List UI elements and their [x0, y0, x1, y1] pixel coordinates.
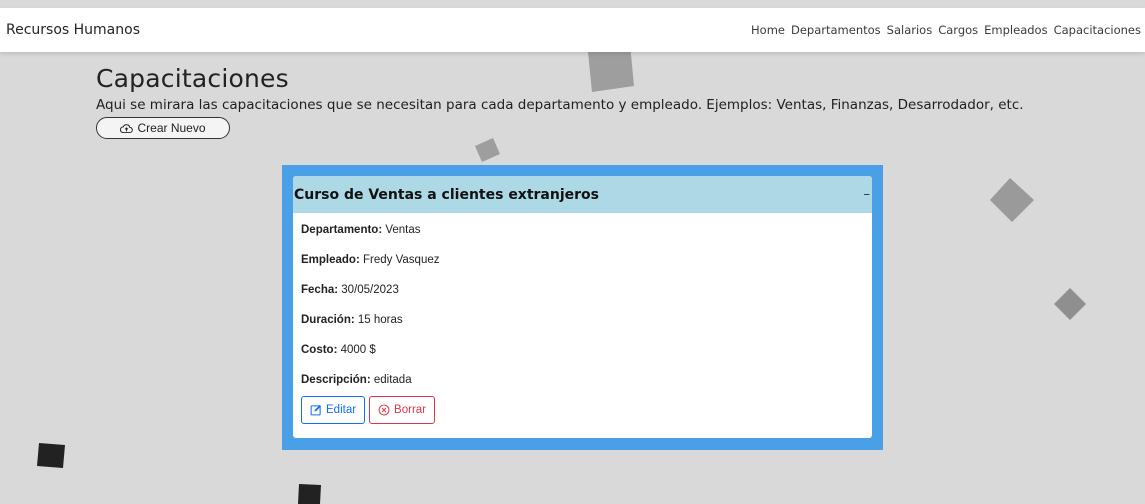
background-square-3 — [990, 178, 1034, 222]
field-costo: Costo: 4000 $ — [301, 341, 864, 371]
navbar: Recursos Humanos Home Departamentos Sala… — [0, 8, 1145, 52]
training-card: Curso de Ventas a clientes extranjeros –… — [293, 176, 872, 438]
field-label: Costo: — [301, 344, 338, 356]
field-label: Empleado: — [301, 254, 360, 266]
page-description: Aqui se mirara las capacitaciones que se… — [96, 97, 1024, 113]
nav-link-empleados[interactable]: Empleados — [984, 23, 1047, 37]
nav-link-home[interactable]: Home — [751, 23, 785, 37]
collapse-icon[interactable]: – — [864, 187, 871, 202]
field-value: editada — [373, 374, 412, 386]
navbar-brand[interactable]: Recursos Humanos — [6, 22, 140, 38]
edit-icon — [310, 404, 322, 416]
card-body: Departamento: Ventas Empleado: Fredy Vas… — [293, 213, 872, 424]
field-value: Fredy Vasquez — [363, 254, 440, 266]
nav-link-salarios[interactable]: Salarios — [887, 23, 933, 37]
delete-label: Borrar — [394, 404, 426, 416]
nav-link-cargos[interactable]: Cargos — [938, 23, 978, 37]
field-label: Fecha: — [301, 284, 339, 296]
field-departamento: Departamento: Ventas — [301, 221, 864, 251]
field-value: Ventas — [385, 224, 421, 236]
page-title: Capacitaciones — [96, 64, 289, 93]
card-header[interactable]: Curso de Ventas a clientes extranjeros – — [293, 176, 872, 213]
card-title: Curso de Ventas a clientes extranjeros — [294, 186, 599, 203]
field-duracion: Duración: 15 horas — [301, 311, 864, 341]
field-label: Duración: — [301, 314, 355, 326]
x-circle-icon — [378, 404, 390, 416]
training-card-frame: Curso de Ventas a clientes extranjeros –… — [282, 165, 883, 450]
field-value: 30/05/2023 — [341, 284, 399, 296]
field-fecha: Fecha: 30/05/2023 — [301, 281, 864, 311]
edit-button[interactable]: Editar — [301, 396, 366, 424]
card-actions: Editar Borrar — [301, 396, 864, 424]
delete-button[interactable]: Borrar — [369, 396, 435, 424]
field-value: 15 horas — [357, 314, 403, 326]
field-value: 4000 $ — [340, 344, 376, 356]
background-square-5 — [37, 443, 65, 468]
nav-link-departamentos[interactable]: Departamentos — [791, 23, 881, 37]
field-label: Descripción: — [301, 374, 371, 386]
background-square-6 — [298, 484, 321, 504]
nav-link-capacitaciones[interactable]: Capacitaciones — [1054, 23, 1141, 37]
field-label: Departamento: — [301, 224, 383, 236]
cloud-upload-icon — [120, 123, 134, 133]
background-square-4 — [1054, 288, 1086, 320]
create-new-button[interactable]: Crear Nuevo — [96, 117, 230, 139]
nav-links: Home Departamentos Salarios Cargos Emple… — [751, 23, 1141, 37]
page-header: Capacitaciones Aqui se mirara las capaci… — [96, 64, 1024, 139]
background-square-2 — [475, 138, 500, 162]
edit-label: Editar — [326, 404, 357, 416]
create-new-label: Crear Nuevo — [137, 121, 206, 135]
field-empleado: Empleado: Fredy Vasquez — [301, 251, 864, 281]
